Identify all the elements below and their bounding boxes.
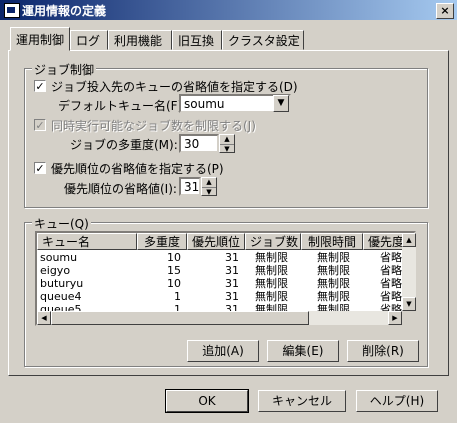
cell-multiplicity: 10 — [167, 277, 181, 290]
cell-priority: 31 — [225, 251, 239, 264]
multiplicity-label: ジョブの多重度(M): — [70, 138, 178, 152]
multiplicity-spinner[interactable]: ▲ ▼ — [219, 134, 235, 153]
tab-cluster-settings[interactable]: クラスタ設定 — [222, 30, 304, 50]
priority-default-input[interactable]: 31 — [179, 177, 201, 196]
cell-queue-name[interactable]: soumu — [40, 252, 77, 264]
priority-spinner[interactable]: ▲ ▼ — [201, 177, 217, 196]
default-queue-name-label: デフォルトキュー名(F): — [58, 99, 187, 113]
scroll-up-icon[interactable]: ▲ — [402, 233, 416, 247]
cell-job-count: 無制限 — [255, 290, 288, 303]
cell-queue-name[interactable]: eigyo — [40, 265, 70, 277]
spin-down-icon[interactable]: ▼ — [202, 188, 216, 197]
cell-time-limit: 無制限 — [317, 264, 350, 277]
cell-job-count: 無制限 — [255, 251, 288, 264]
add-queue-button[interactable]: 追加(A) — [187, 340, 259, 362]
column-header-multiplicity[interactable]: 多重度 — [137, 233, 187, 250]
scroll-corner — [402, 311, 416, 325]
concurrent-limit-check-label: 同時実行可能なジョブ数を制限する(J) — [51, 119, 256, 133]
spin-up-icon[interactable]: ▲ — [220, 135, 234, 145]
cell-time-limit: 無制限 — [317, 277, 350, 290]
multiplicity-input[interactable]: 30 — [179, 134, 219, 153]
cell-priority-level: 省略 — [380, 290, 402, 303]
priority-default-checkbox[interactable]: ✓ — [34, 162, 46, 174]
cell-multiplicity: 15 — [167, 264, 181, 277]
horizontal-scroll-thumb[interactable] — [51, 311, 309, 325]
window-title: 運用情報の定義 — [22, 4, 107, 18]
ok-button[interactable]: OK — [165, 389, 249, 413]
priority-default-label: 優先順位の省略値(I): — [64, 182, 177, 196]
cell-job-count: 無制限 — [255, 264, 288, 277]
cell-time-limit: 無制限 — [317, 251, 350, 264]
default-queue-checkbox[interactable]: ✓ — [34, 80, 46, 92]
spin-up-icon[interactable]: ▲ — [202, 178, 216, 188]
tab-legacy[interactable]: 旧互換 — [172, 30, 222, 50]
close-button[interactable]: × — [436, 3, 454, 19]
scroll-left-icon[interactable]: ◀ — [37, 311, 51, 325]
column-header-priority[interactable]: 優先順位 — [187, 233, 245, 250]
window-app-icon — [4, 3, 20, 18]
delete-queue-button[interactable]: 削除(R) — [347, 340, 419, 362]
cell-job-count: 無制限 — [255, 277, 288, 290]
cell-priority-level: 省略 — [380, 264, 402, 277]
queue-group-label: キュー(Q) — [32, 215, 91, 232]
column-header-job-count[interactable]: ジョブ数 — [245, 233, 301, 250]
scroll-right-icon[interactable]: ▶ — [388, 311, 402, 325]
spin-down-icon[interactable]: ▼ — [220, 145, 234, 154]
cell-priority: 31 — [225, 277, 239, 290]
cell-priority: 31 — [225, 290, 239, 303]
cell-multiplicity: 10 — [167, 251, 181, 264]
column-header-queue-name[interactable]: キュー名 — [37, 233, 137, 250]
concurrent-limit-checkbox[interactable]: ✓ — [34, 119, 46, 131]
default-queue-check-label: ジョブ投入先のキューの省略値を指定する(D) — [51, 80, 298, 94]
cell-queue-name[interactable]: buturyu — [40, 278, 83, 290]
tab-operation-control[interactable]: 運用制御 — [10, 27, 70, 51]
cell-multiplicity: 1 — [174, 290, 181, 303]
tab-features[interactable]: 利用機能 — [108, 30, 172, 50]
cell-priority: 31 — [225, 264, 239, 277]
edit-queue-button[interactable]: 編集(E) — [267, 340, 339, 362]
cell-priority-level: 省略 — [380, 277, 402, 290]
cancel-button[interactable]: キャンセル — [258, 390, 346, 412]
cell-queue-name[interactable]: queue4 — [40, 291, 81, 303]
chevron-down-icon[interactable]: ▼ — [273, 95, 289, 112]
job-control-group-label: ジョブ制御 — [32, 61, 97, 78]
cell-time-limit: 無制限 — [317, 290, 350, 303]
tab-log[interactable]: ログ — [70, 30, 108, 50]
priority-default-check-label: 優先順位の省略値を指定する(P) — [51, 162, 224, 176]
cell-priority-level: 省略 — [380, 251, 402, 264]
column-header-time-limit[interactable]: 制限時間 — [301, 233, 363, 250]
help-button[interactable]: ヘルプ(H) — [356, 390, 438, 412]
scroll-down-icon[interactable]: ▼ — [402, 297, 416, 311]
